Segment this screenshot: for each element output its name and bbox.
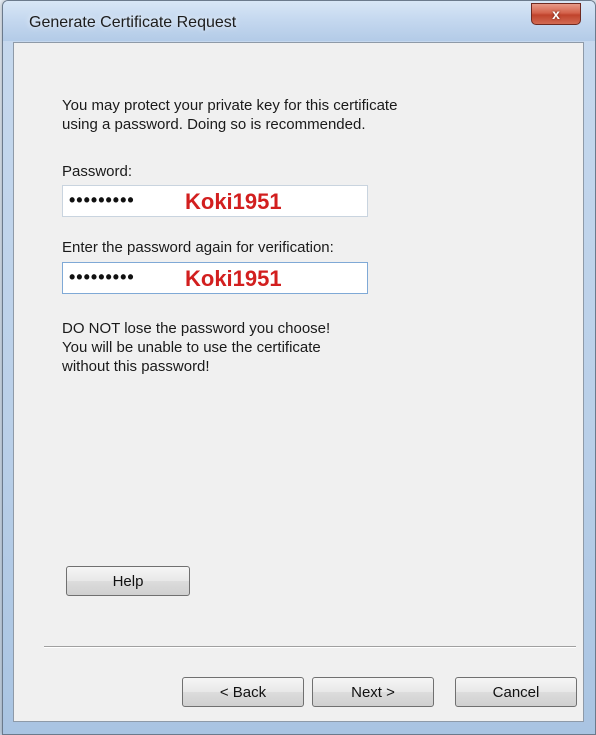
- warning-line: You will be unable to use the certificat…: [62, 339, 321, 356]
- verify-password-annotation: Koki1951: [185, 266, 282, 291]
- intro-line: You may protect your private key for thi…: [62, 97, 398, 114]
- close-icon: x: [552, 6, 560, 22]
- button-separator: [44, 646, 576, 648]
- verify-password-field[interactable]: ••••••••• Koki1951: [62, 262, 368, 294]
- intro-line: using a password. Doing so is recommende…: [62, 116, 366, 133]
- password-mask: •••••••••: [69, 190, 135, 210]
- cancel-button[interactable]: Cancel: [455, 677, 577, 707]
- verify-password-label: Enter the password again for verificatio…: [62, 239, 334, 256]
- dialog-body: You may protect your private key for thi…: [13, 42, 584, 722]
- next-button[interactable]: Next >: [312, 677, 434, 707]
- window-title: Generate Certificate Request: [29, 14, 237, 31]
- generate-certificate-dialog: Generate Certificate Request x You may p…: [2, 0, 596, 735]
- intro-text: You may protect your private key for thi…: [62, 96, 532, 134]
- warning-text: DO NOT lose the password you choose! You…: [62, 319, 532, 376]
- warning-line: without this password!: [62, 358, 210, 375]
- close-button[interactable]: x: [531, 3, 581, 25]
- title-bar[interactable]: Generate Certificate Request x: [3, 1, 595, 41]
- password-annotation: Koki1951: [185, 189, 282, 214]
- warning-line: DO NOT lose the password you choose!: [62, 320, 331, 337]
- help-button[interactable]: Help: [66, 566, 190, 596]
- back-button[interactable]: < Back: [182, 677, 304, 707]
- password-label: Password:: [62, 163, 133, 180]
- password-field[interactable]: ••••••••• Koki1951: [62, 185, 368, 217]
- verify-password-mask: •••••••••: [69, 267, 135, 287]
